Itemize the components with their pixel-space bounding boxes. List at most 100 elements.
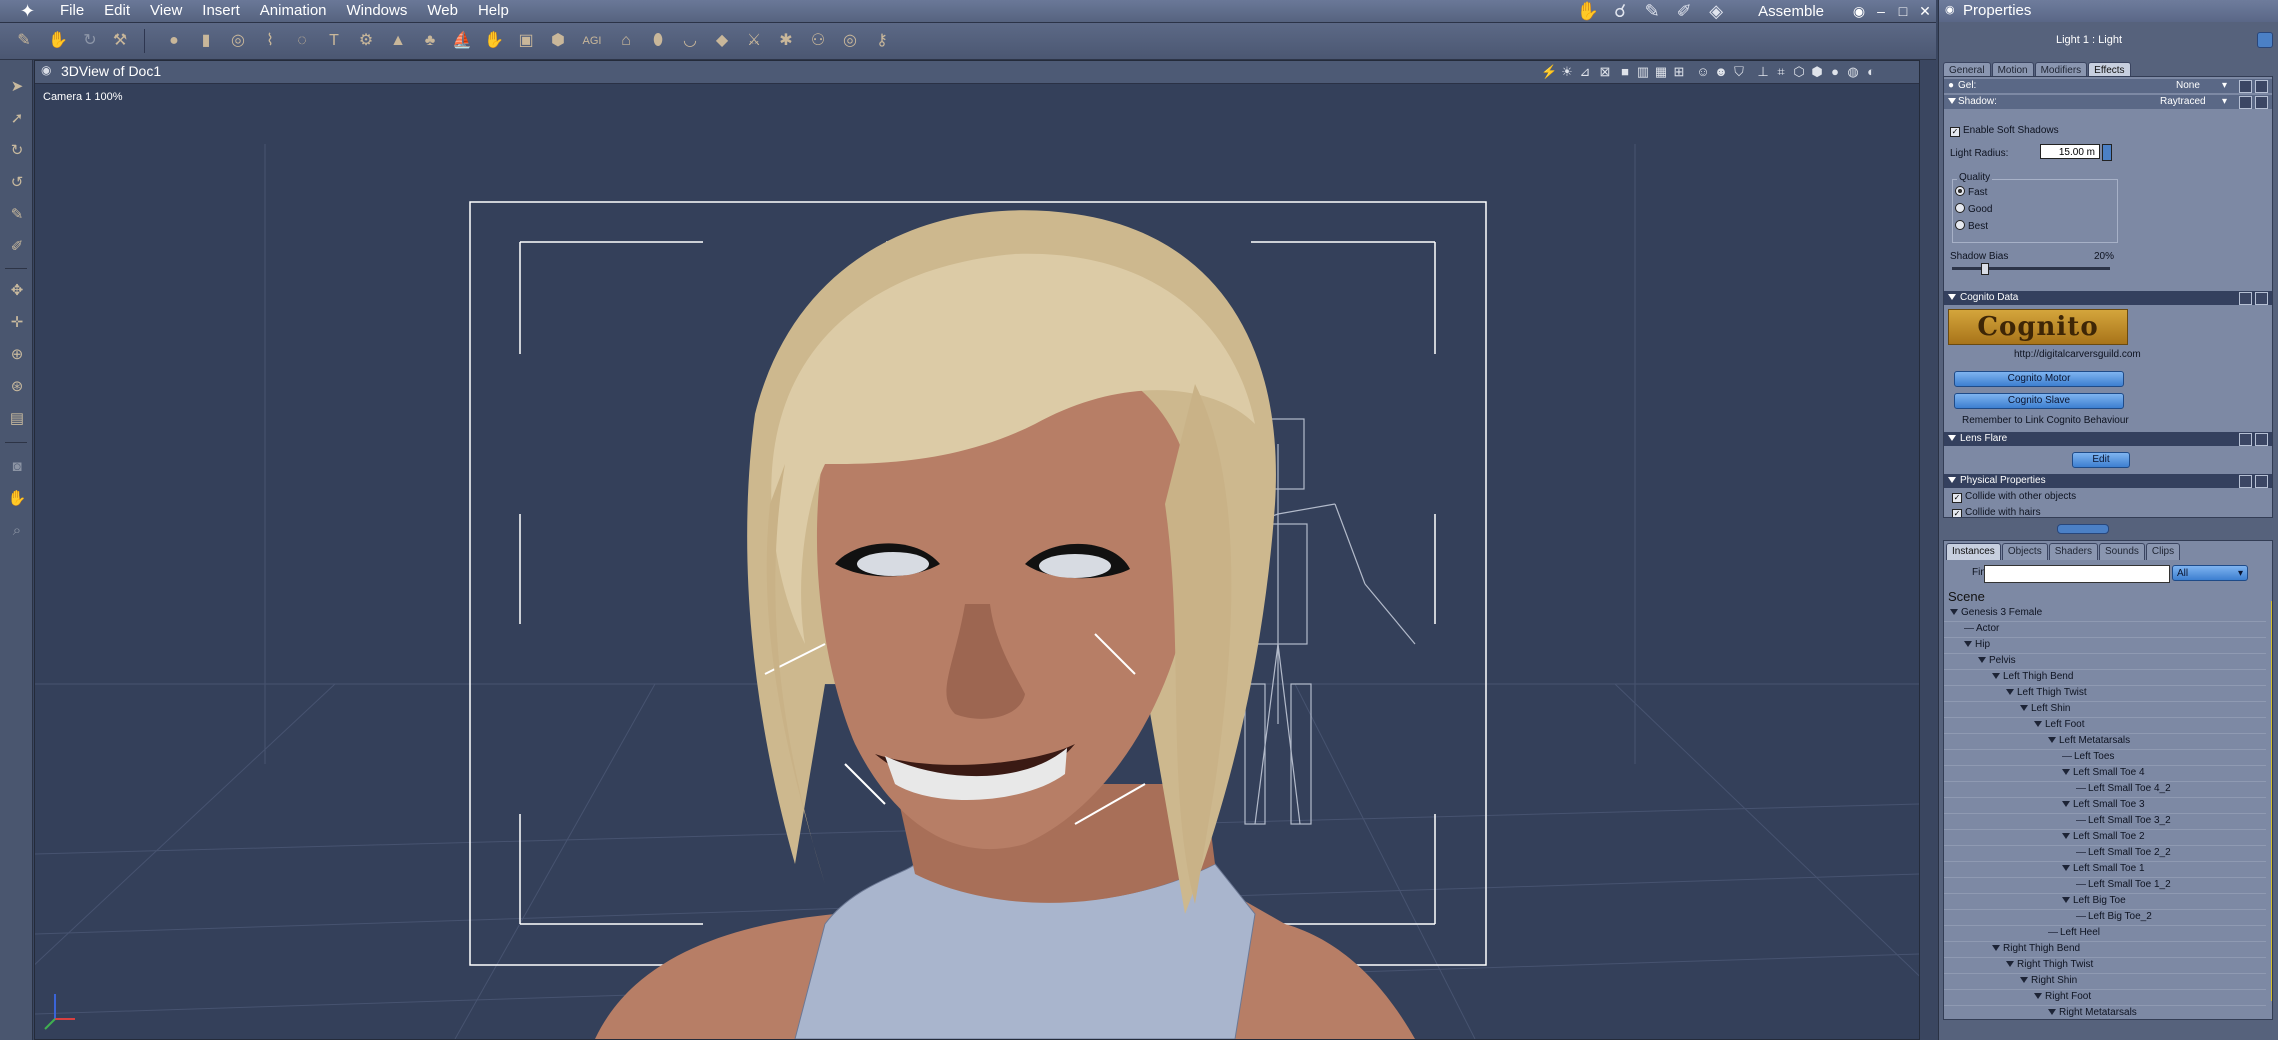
mask-icon[interactable]: ☺: [1695, 64, 1711, 80]
tree-row[interactable]: Actor: [1944, 621, 2266, 638]
house-icon[interactable]: ⌂: [614, 29, 638, 53]
menu-web[interactable]: Web: [417, 0, 468, 22]
select-arrow-icon[interactable]: ➤: [6, 76, 28, 98]
shadow-value[interactable]: Raytraced: [2160, 95, 2206, 109]
tree-row[interactable]: Left Small Toe 2: [1944, 829, 2266, 846]
tree-row[interactable]: Right Thigh Twist: [1944, 957, 2266, 974]
light-radius-input[interactable]: 15.00 m: [2040, 144, 2100, 159]
pan-hand-icon[interactable]: ✋: [6, 488, 28, 510]
twist-icon[interactable]: ↺: [6, 172, 28, 194]
lens-flare-header[interactable]: Lens Flare: [1944, 432, 2272, 446]
shield-icon[interactable]: ⛉: [1731, 64, 1747, 80]
scale-icon[interactable]: ✛: [6, 312, 28, 334]
shadow-expand-icon[interactable]: [1948, 98, 1956, 104]
gel-value[interactable]: None: [2176, 79, 2200, 93]
radio-icon[interactable]: [1955, 203, 1965, 213]
cognito-slave-button[interactable]: Cognito Slave: [1954, 393, 2124, 409]
expand-triangle-icon[interactable]: [2034, 721, 2042, 727]
tree-row[interactable]: Left Small Toe 1_2: [1944, 877, 2266, 894]
wrench-tool-icon[interactable]: ⚒: [108, 29, 132, 53]
expand-triangle-icon[interactable]: [2062, 833, 2070, 839]
pose-room-icon[interactable]: ☌: [1607, 0, 1633, 22]
expand-triangle-icon[interactable]: [1992, 673, 2000, 679]
pencil-icon[interactable]: ✎: [6, 204, 28, 226]
tab-shaders[interactable]: Shaders: [2048, 543, 2098, 560]
brush-room-icon[interactable]: ✎: [1639, 0, 1665, 22]
text-primitive-icon[interactable]: T: [322, 29, 346, 53]
cylinder-primitive-icon[interactable]: ▮: [194, 29, 218, 53]
soft-shadows-checkbox[interactable]: ✓ Enable Soft Shadows: [1950, 125, 2059, 137]
menu-windows[interactable]: Windows: [337, 0, 418, 22]
expand-triangle-icon[interactable]: [2062, 897, 2070, 903]
expand-triangle-icon[interactable]: [2020, 977, 2028, 983]
translate-icon[interactable]: ✥: [6, 280, 28, 302]
expand-triangle-icon[interactable]: [2062, 865, 2070, 871]
menu-animation[interactable]: Animation: [250, 0, 337, 22]
key-icon[interactable]: ⚷: [870, 29, 894, 53]
link-icon[interactable]: [2239, 292, 2252, 305]
tree-row[interactable]: Right Shin: [1944, 973, 2266, 990]
bug-icon[interactable]: ✱: [774, 29, 798, 53]
tree-row[interactable]: Hip: [1944, 637, 2266, 654]
quality-fast[interactable]: Fast: [1955, 186, 1987, 198]
zoom-icon[interactable]: ⌕: [6, 520, 28, 542]
lit-sphere-icon[interactable]: ◐: [1863, 64, 1879, 80]
hand-tool-icon[interactable]: ✋: [46, 29, 70, 53]
tree-row[interactable]: Left Small Toe 2_2: [1944, 845, 2266, 862]
capsule-icon[interactable]: ⬮: [646, 29, 670, 53]
panel-splitter[interactable]: [2057, 524, 2109, 534]
edit-tool-icon[interactable]: ✎: [12, 29, 36, 53]
tree-row[interactable]: Left Heel: [1944, 925, 2266, 942]
bowl-icon[interactable]: ◡: [678, 29, 702, 53]
expand-triangle-icon[interactable]: [2020, 705, 2028, 711]
gel-row[interactable]: ● Gel: None ▾: [1944, 79, 2272, 93]
hand-object-icon[interactable]: ✋: [482, 29, 506, 53]
people-icon[interactable]: ⚇: [806, 29, 830, 53]
lens-flare-edit-button[interactable]: Edit: [2072, 452, 2130, 468]
tree-row[interactable]: Left Small Toe 4: [1944, 765, 2266, 782]
rotate-icon[interactable]: ↻: [6, 140, 28, 162]
menu-insert[interactable]: Insert: [192, 0, 250, 22]
light-radius-spinner[interactable]: [2102, 144, 2112, 161]
physical-properties-header[interactable]: Physical Properties: [1944, 474, 2272, 488]
pen-room-icon[interactable]: ✐: [1671, 0, 1697, 22]
unlink-icon[interactable]: [2255, 433, 2268, 446]
cloth-icon[interactable]: ◆: [710, 29, 734, 53]
radio-icon[interactable]: [1955, 186, 1965, 196]
expand-triangle-icon[interactable]: [1964, 641, 1972, 647]
tree-row[interactable]: Left Big Toe: [1944, 893, 2266, 910]
cognito-motor-button[interactable]: Cognito Motor: [1954, 371, 2124, 387]
move-arrow-icon[interactable]: ➚: [6, 108, 28, 130]
shadow-unlink-icon[interactable]: [2255, 96, 2268, 109]
hand-room-icon[interactable]: ✋: [1575, 0, 1601, 22]
tree-row[interactable]: Left Small Toe 4_2: [1944, 781, 2266, 798]
layers-icon[interactable]: ▤: [6, 408, 28, 430]
tree-row[interactable]: Left Small Toe 3_2: [1944, 813, 2266, 830]
tree-row[interactable]: Genesis 3 Female: [1944, 605, 2266, 622]
expand-triangle-icon[interactable]: [2034, 993, 2042, 999]
dual-view-icon[interactable]: ▥: [1635, 64, 1651, 80]
tab-clips[interactable]: Clips: [2145, 543, 2181, 560]
shadow-dropdown-icon[interactable]: ▾: [2222, 95, 2227, 109]
tree-row[interactable]: Pelvis: [1944, 653, 2266, 670]
app-logo-icon[interactable]: ✦: [20, 1, 42, 21]
checkbox-icon[interactable]: ✓: [1950, 127, 1960, 137]
pin-icon[interactable]: ◉: [41, 63, 51, 77]
expand-triangle-icon[interactable]: [2062, 801, 2070, 807]
find-input[interactable]: [1984, 565, 2170, 583]
pipe-primitive-icon[interactable]: ⌇: [258, 29, 282, 53]
shadow-link-icon[interactable]: [2239, 96, 2252, 109]
minimize-icon[interactable]: –: [1870, 3, 1892, 19]
agi-icon[interactable]: AGI: [580, 29, 604, 53]
terrain-icon[interactable]: ▲: [386, 29, 410, 53]
texture-sphere-icon[interactable]: ◍: [1845, 64, 1861, 80]
torus-primitive-icon[interactable]: ◎: [226, 29, 250, 53]
tree-row[interactable]: Left Toes: [1944, 749, 2266, 766]
expand-triangle-icon[interactable]: [1950, 609, 1958, 615]
sphere-primitive-icon[interactable]: ●: [162, 29, 186, 53]
tree-row[interactable]: Left Foot: [1944, 717, 2266, 734]
scene-room-icon[interactable]: ◈: [1703, 0, 1729, 22]
menu-file[interactable]: File: [50, 0, 94, 22]
quality-best[interactable]: Best: [1955, 220, 1988, 232]
menu-view[interactable]: View: [140, 0, 192, 22]
